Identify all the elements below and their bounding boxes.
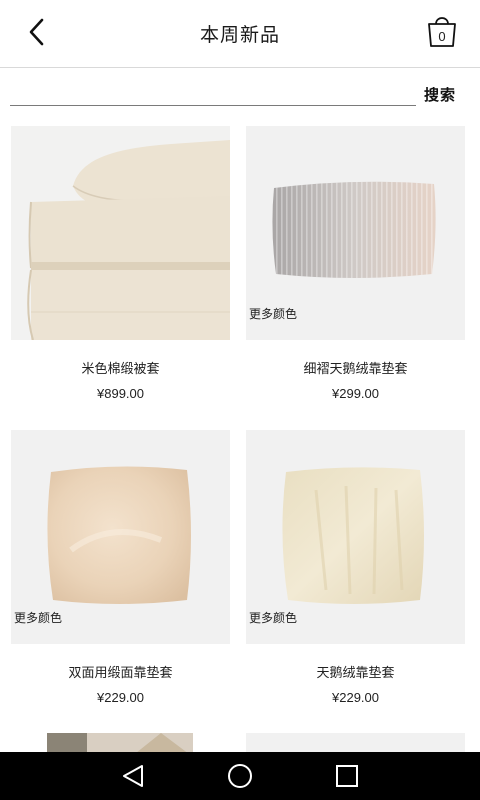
product-name[interactable]: 双面用缎面靠垫套 (11, 662, 230, 681)
search-button[interactable]: 搜索 (424, 84, 456, 105)
nav-recents-button[interactable] (327, 760, 367, 792)
product-price: ¥229.00 (332, 690, 379, 705)
product-price: ¥229.00 (97, 690, 144, 705)
product-image[interactable] (11, 126, 230, 340)
product-name[interactable]: 天鹅绒靠垫套 (246, 662, 465, 681)
search-input[interactable] (10, 78, 416, 106)
product-name[interactable]: 细褶天鹅绒靠垫套 (246, 358, 465, 377)
top-bar: 本周新品 0 (0, 0, 480, 68)
page-title: 本周新品 (199, 24, 280, 46)
more-colors-label: 更多颜色 (249, 611, 298, 625)
more-colors-label: 更多颜色 (249, 307, 298, 321)
duvet-image (11, 126, 230, 340)
product-price: ¥299.00 (332, 386, 379, 401)
product-price: ¥899.00 (97, 386, 144, 401)
nav-home-button[interactable] (220, 760, 260, 792)
cart-count-badge: 0 (438, 29, 446, 44)
nav-back-button[interactable] (113, 760, 153, 792)
cart-button[interactable]: 0 (422, 12, 462, 52)
square-recents-icon (336, 765, 358, 787)
triangle-back-icon (123, 765, 143, 787)
product-image[interactable]: 更多颜色 (11, 430, 230, 644)
product-name[interactable]: 米色棉缎被套 (11, 358, 230, 377)
system-nav-bar (0, 752, 480, 800)
circle-home-icon (228, 764, 252, 788)
more-colors-label: 更多颜色 (14, 611, 63, 625)
product-image[interactable]: 更多颜色 (246, 126, 465, 340)
product-image[interactable]: 更多颜色 (246, 430, 465, 644)
search-bar: 搜索 (0, 68, 480, 118)
